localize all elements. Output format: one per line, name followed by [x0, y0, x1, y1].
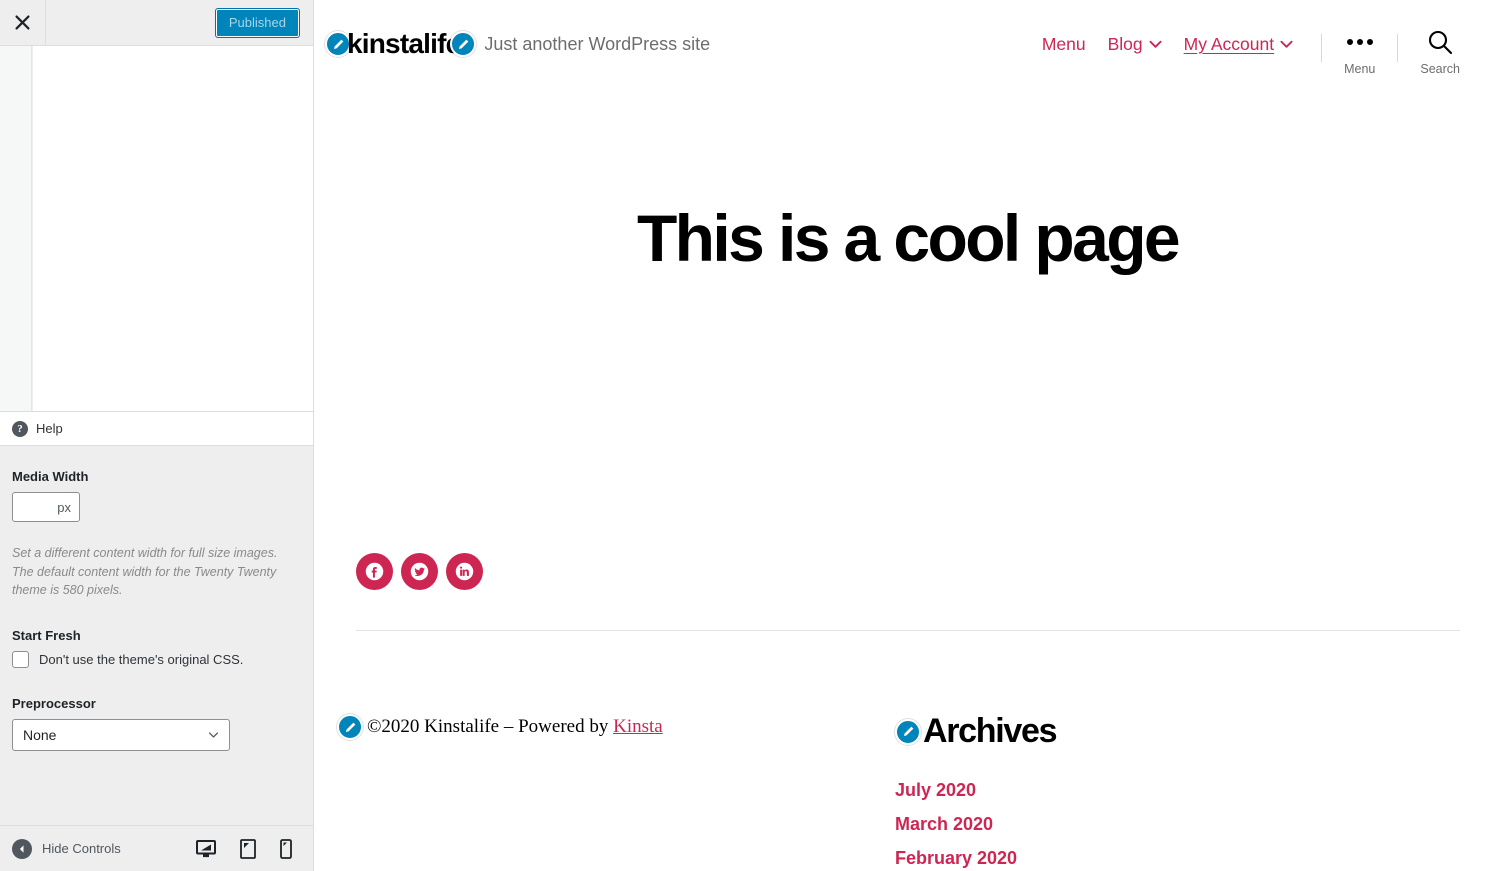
- facebook-icon[interactable]: [356, 553, 393, 590]
- help-toggle[interactable]: ? Help: [0, 411, 313, 446]
- site-header: kinstalife Just another WordPress site M…: [315, 0, 1500, 108]
- mobile-preview-icon[interactable]: [280, 838, 292, 859]
- kinsta-link[interactable]: Kinsta: [613, 716, 663, 737]
- hide-controls-label: Hide Controls: [42, 841, 121, 856]
- site-branding: kinstalife Just another WordPress site: [325, 28, 710, 60]
- customizer-sidebar: Published ? Help Media Width px Set a di…: [0, 0, 314, 871]
- archives-widget-title: Archives: [923, 712, 1058, 750]
- list-item[interactable]: February 2020: [895, 848, 1056, 869]
- site-description: Just another WordPress site: [484, 33, 711, 54]
- nav-item-menu[interactable]: Menu: [1042, 34, 1086, 55]
- edit-tagline-pin[interactable]: [450, 31, 477, 57]
- social-links: [356, 553, 483, 590]
- edit-footer-pin[interactable]: [337, 714, 363, 740]
- preprocessor-label: Preprocessor: [12, 695, 96, 711]
- start-fresh-control: Start Fresh Don't use the theme's origin…: [12, 628, 302, 668]
- device-preview-group: [196, 838, 302, 859]
- start-fresh-label: Start Fresh: [12, 627, 81, 643]
- customizer-controls: Media Width px Set a different content w…: [0, 447, 313, 824]
- collapse-arrow-icon: [12, 838, 32, 859]
- start-fresh-checkbox[interactable]: [12, 650, 29, 668]
- search-icon: [1427, 30, 1453, 55]
- chevron-down-icon: [1149, 40, 1162, 48]
- preprocessor-control: Preprocessor None: [12, 696, 302, 751]
- preprocessor-select[interactable]: None: [12, 718, 230, 751]
- twitter-icon[interactable]: [401, 553, 438, 590]
- nav-item-my-account-label: My Account: [1183, 34, 1275, 54]
- close-customizer-button[interactable]: [0, 0, 46, 45]
- media-width-label: Media Width: [12, 469, 89, 484]
- start-fresh-checkbox-label: Don't use the theme's original CSS.: [39, 651, 244, 667]
- nav-item-menu-label: Menu: [1041, 34, 1086, 54]
- chevron-down-icon: [1280, 40, 1293, 48]
- page-title: This is a cool page: [636, 201, 1181, 275]
- ellipsis-icon: [1346, 30, 1373, 54]
- archives-widget: Archives July 2020 March 2020 February 2…: [895, 712, 1058, 871]
- nav-item-my-account[interactable]: My Account: [1184, 34, 1293, 55]
- media-width-suffix: px: [57, 499, 71, 515]
- menu-toggle-button[interactable]: Menu: [1344, 30, 1375, 76]
- footer-credit-text: ©2020 Kinstalife – Powered by Kinsta: [367, 716, 663, 738]
- site-title[interactable]: kinstalife: [347, 28, 461, 60]
- nav-divider-1: [1321, 34, 1323, 62]
- pencil-icon: [458, 39, 469, 49]
- customizer-header: Published: [0, 0, 313, 46]
- footer-divider: [356, 630, 1460, 631]
- list-item[interactable]: July 2020: [895, 780, 1056, 801]
- close-icon: [15, 15, 30, 30]
- linkedin-icon[interactable]: [446, 553, 483, 590]
- media-width-description: Set a different content width for full s…: [12, 546, 278, 597]
- help-label: Help: [36, 421, 63, 436]
- pencil-icon: [903, 726, 913, 737]
- preprocessor-value: None: [23, 726, 57, 743]
- search-toggle-button[interactable]: Search: [1420, 30, 1460, 76]
- pencil-icon: [345, 722, 355, 732]
- customizer-screen: Published ? Help Media Width px Set a di…: [0, 0, 1500, 871]
- nav-item-blog[interactable]: Blog: [1108, 34, 1162, 55]
- primary-menu: Menu Blog My Account: [1042, 30, 1293, 55]
- archives-widget-header: Archives: [895, 712, 1058, 751]
- media-width-input[interactable]: px: [12, 492, 80, 522]
- additional-css-editor[interactable]: [33, 46, 313, 412]
- help-icon: ?: [12, 420, 28, 437]
- tablet-preview-icon[interactable]: [240, 838, 256, 859]
- desktop-preview-icon[interactable]: [196, 839, 216, 859]
- list-item[interactable]: March 2020: [895, 814, 1056, 835]
- publish-button[interactable]: Published: [214, 7, 300, 38]
- pencil-icon: [333, 39, 343, 49]
- nav-item-blog-label: Blog: [1107, 34, 1143, 54]
- site-preview: kinstalife Just another WordPress site M…: [315, 0, 1500, 871]
- customizer-footer: Hide Controls: [0, 825, 313, 871]
- chevron-down-icon: [208, 731, 219, 738]
- footer-copyright: ©2020 Kinstalife – Powered by: [367, 716, 614, 737]
- menu-toggle-label: Menu: [1344, 62, 1376, 76]
- css-editor-gutter: [0, 46, 32, 412]
- footer-credit: ©2020 Kinstalife – Powered by Kinsta: [337, 714, 663, 740]
- archives-list: July 2020 March 2020 February 2020: [895, 780, 1056, 869]
- search-toggle-label: Search: [1420, 62, 1460, 76]
- start-fresh-checkbox-row[interactable]: Don't use the theme's original CSS.: [12, 650, 302, 668]
- site-navigation: Menu Blog My Account Menu Search: [1042, 28, 1460, 76]
- edit-widget-pin[interactable]: [895, 718, 921, 745]
- hide-controls-button[interactable]: Hide Controls: [12, 838, 121, 859]
- nav-divider-2: [1397, 34, 1399, 62]
